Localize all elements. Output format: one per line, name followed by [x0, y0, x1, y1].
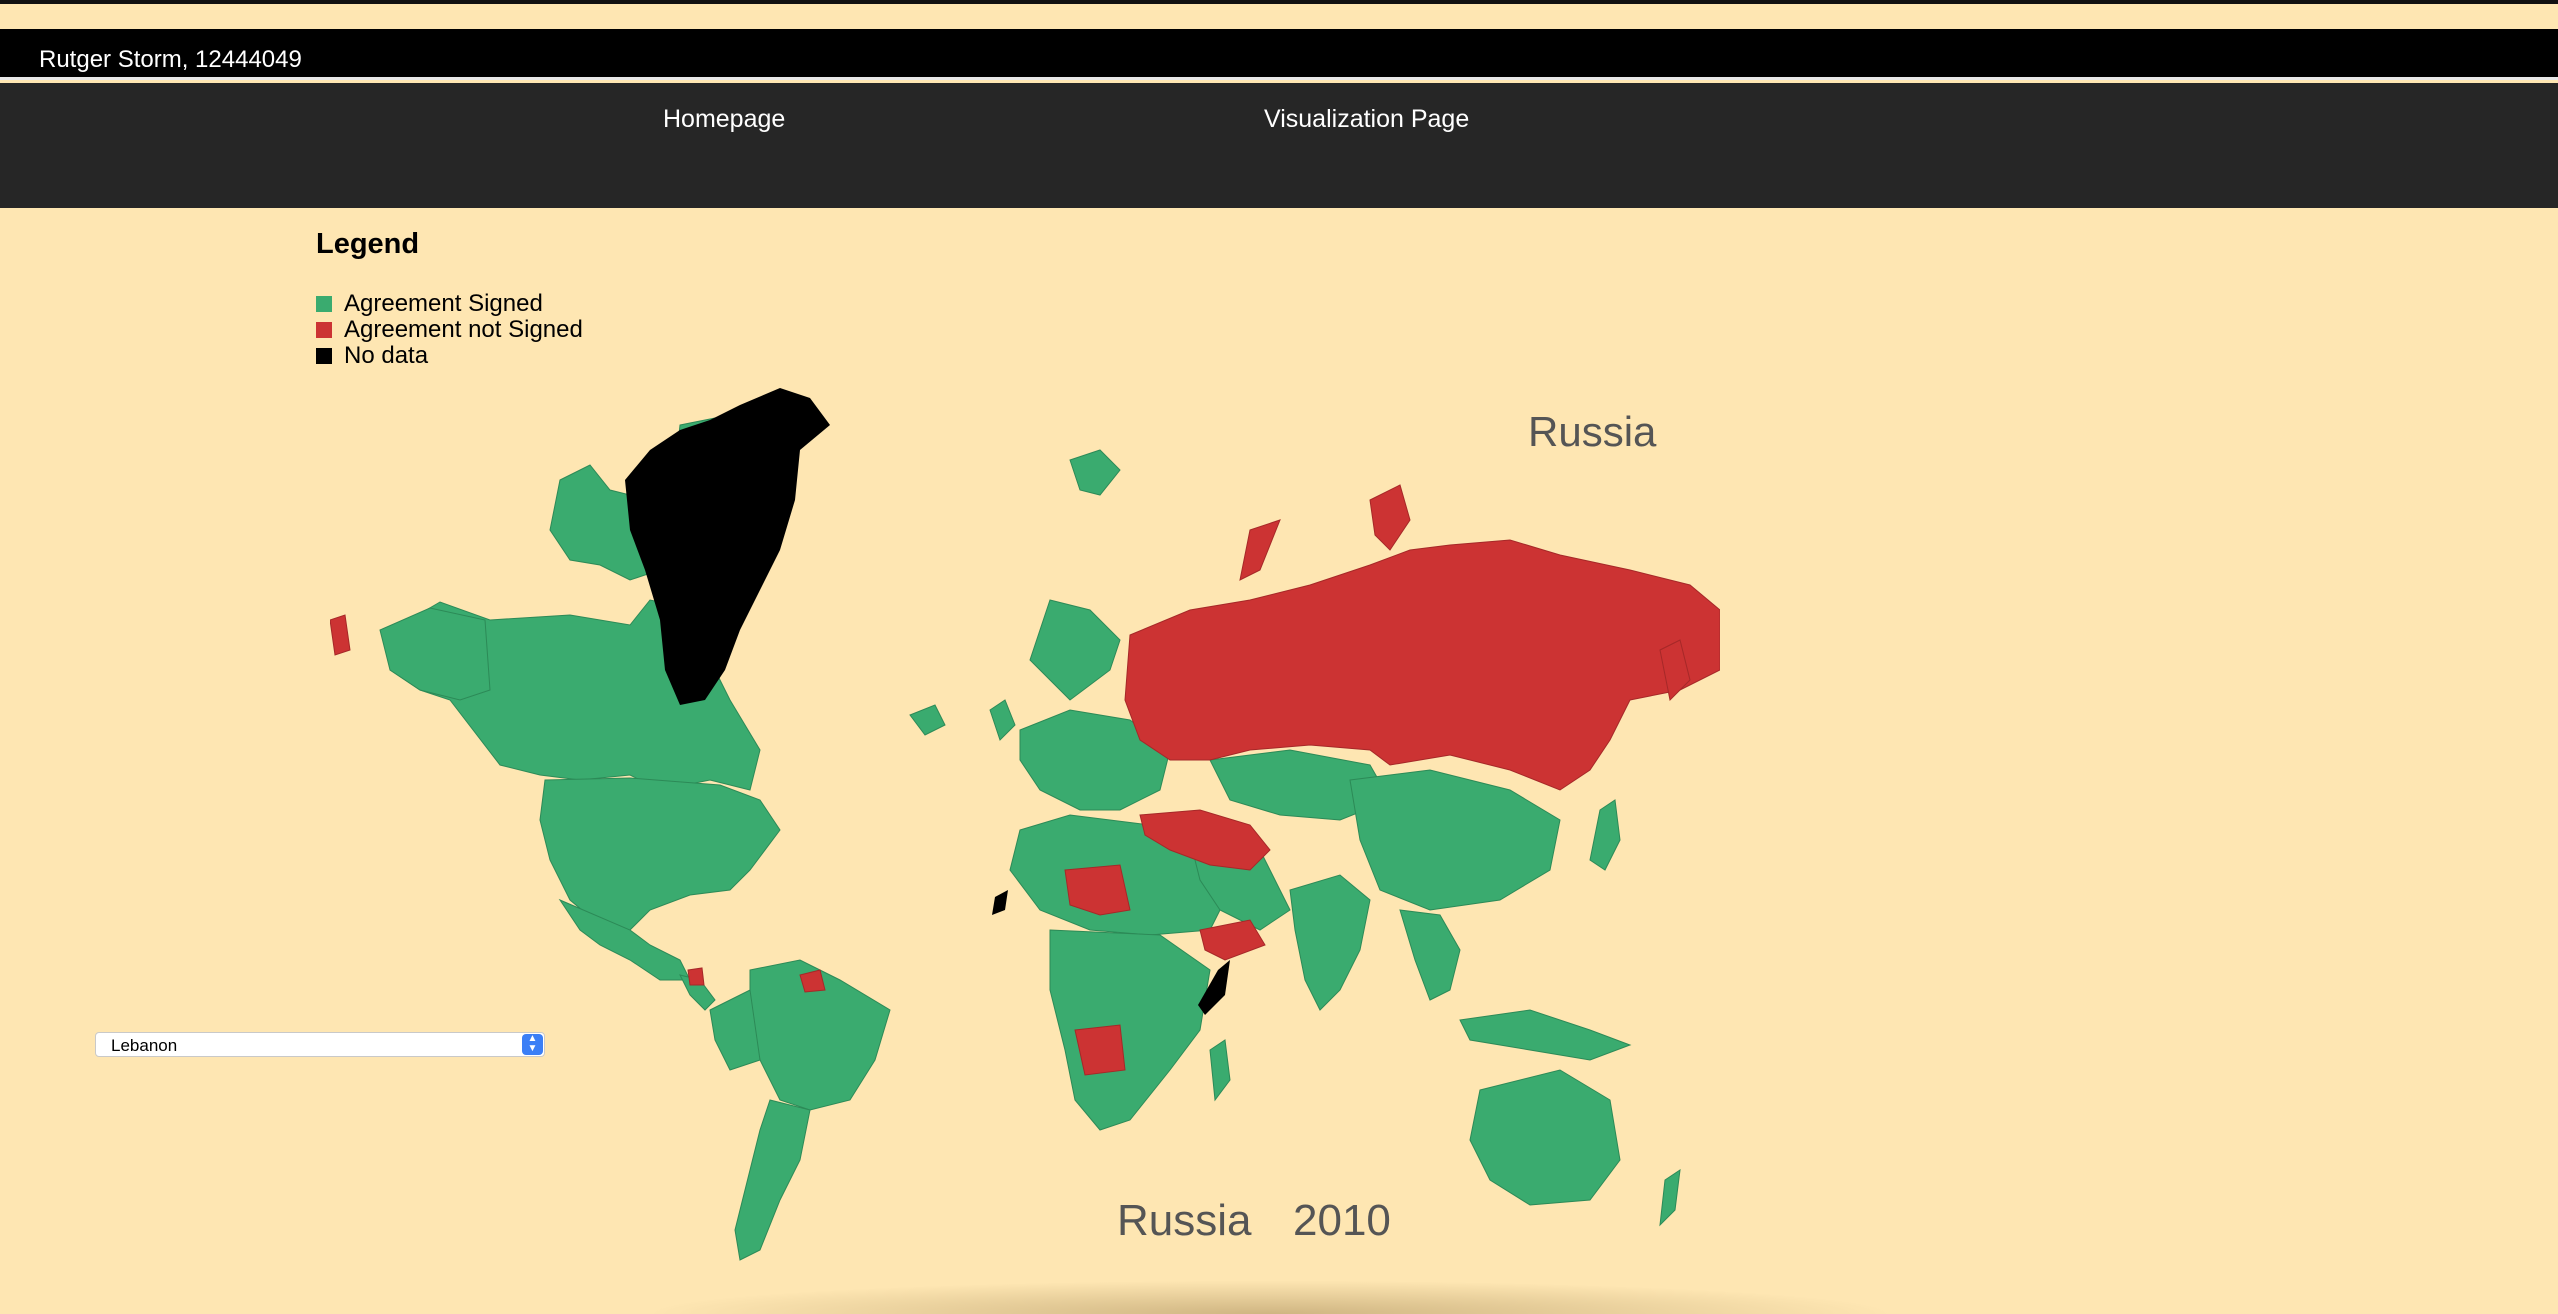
- country-alaska-west[interactable]: [329, 614, 351, 656]
- country-india[interactable]: [1289, 874, 1371, 1011]
- country-uk[interactable]: [989, 699, 1016, 741]
- legend-swatch-no-data: [316, 348, 332, 364]
- country-argentina[interactable]: [734, 1099, 811, 1261]
- chevron-updown-icon: ▲ ▼: [522, 1034, 543, 1055]
- top-border: [0, 0, 2558, 4]
- legend-title: Legend: [316, 228, 420, 260]
- country-china[interactable]: [1349, 769, 1561, 911]
- map-hover-country-label: Russia: [1528, 408, 1657, 455]
- country-madagascar[interactable]: [1209, 1039, 1231, 1102]
- country-russia[interactable]: [1124, 539, 1721, 791]
- country-select[interactable]: Lebanon ▲ ▼: [95, 1032, 545, 1057]
- country-new-zealand[interactable]: [1659, 1168, 1681, 1227]
- country-russia-islands[interactable]: [1369, 484, 1411, 551]
- country-australia[interactable]: [1469, 1069, 1621, 1206]
- legend: Legend Agreement Signed Agreement not Si…: [316, 228, 583, 369]
- country-africa-central[interactable]: [1049, 929, 1211, 1131]
- legend-swatch-not-signed: [316, 322, 332, 338]
- country-scandinavia[interactable]: [1029, 599, 1121, 701]
- country-nicaragua[interactable]: [687, 967, 705, 986]
- country-svalbard[interactable]: [1069, 449, 1121, 496]
- legend-swatch-signed: [316, 296, 332, 312]
- legend-item-not-signed: Agreement not Signed: [316, 316, 583, 343]
- selected-year-label: 2010: [1293, 1196, 1391, 1245]
- navbar: Homepage Visualization Page: [0, 83, 2558, 208]
- student-info: Rutger Storm, 12444049: [39, 46, 302, 73]
- legend-label-no-data: No data: [344, 342, 429, 369]
- country-select-value: Lebanon: [111, 1036, 178, 1055]
- nav-visualization-link[interactable]: Visualization Page: [1264, 105, 1469, 134]
- world-map: [329, 370, 1721, 1270]
- world-map-svg: [329, 388, 1721, 1261]
- legend-item-signed: Agreement Signed: [316, 290, 583, 317]
- selected-country-label: Russia: [1117, 1196, 1252, 1245]
- student-info-bar: Rutger Storm, 12444049: [0, 29, 2558, 80]
- country-usa-alaska[interactable]: [379, 607, 491, 701]
- legend-label-signed: Agreement Signed: [344, 290, 543, 317]
- country-russia-novaya[interactable]: [1239, 519, 1281, 581]
- bottom-shadow: [640, 1280, 1900, 1314]
- country-southeast-asia[interactable]: [1399, 909, 1461, 1001]
- legend-label-not-signed: Agreement not Signed: [344, 316, 583, 343]
- country-western-sahara[interactable]: [992, 890, 1008, 915]
- country-iceland[interactable]: [909, 704, 946, 736]
- country-japan[interactable]: [1589, 799, 1621, 871]
- nav-homepage-link[interactable]: Homepage: [663, 105, 785, 134]
- legend-item-no-data: No data: [316, 342, 583, 369]
- country-indonesia[interactable]: [1459, 1009, 1632, 1061]
